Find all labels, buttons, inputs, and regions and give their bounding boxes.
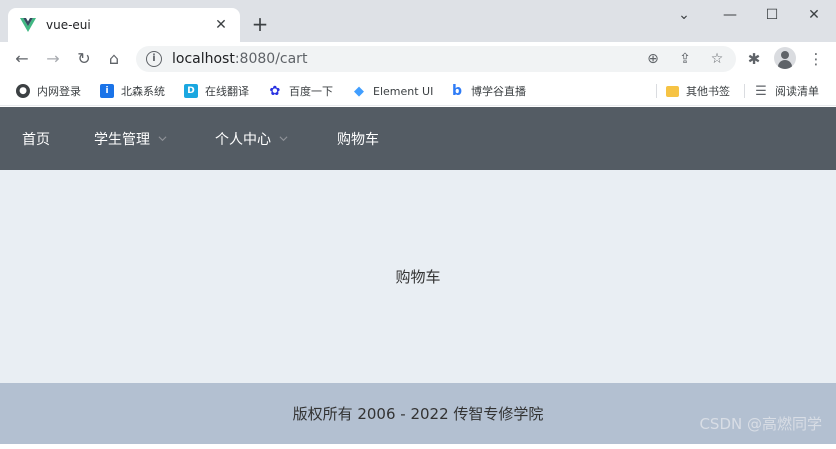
- bookmark-folder-other[interactable]: 其他书签: [666, 82, 730, 100]
- extensions-icon[interactable]: ✱: [742, 47, 766, 71]
- browser-tab[interactable]: vue-eui ✕: [8, 8, 240, 42]
- zoom-icon[interactable]: ⊕: [644, 49, 662, 69]
- maximize-button[interactable]: ☐: [760, 4, 784, 26]
- home-button[interactable]: ⌂: [102, 47, 126, 71]
- bookmarks-bar: ● 内网登录 i 北森系统 D 在线翻译 ✿ 百度一下 ◆ Element UI…: [0, 76, 836, 106]
- share-icon[interactable]: ⇪: [676, 49, 694, 69]
- folder-icon: [666, 85, 679, 97]
- beisen-icon: i: [100, 84, 114, 98]
- back-button[interactable]: ←: [10, 47, 34, 71]
- bookmark-divider: [744, 84, 745, 98]
- close-window-button[interactable]: ✕: [802, 4, 826, 26]
- minimize-button[interactable]: —: [718, 4, 742, 26]
- copyright-text: 版权所有 2006 - 2022 传智专修学院: [292, 405, 544, 423]
- chevron-down-icon: [158, 134, 167, 143]
- site-info-icon[interactable]: i: [146, 51, 162, 67]
- reading-list-icon: ☰: [755, 83, 767, 99]
- translate-icon: D: [184, 84, 198, 98]
- address-bar[interactable]: i localhost:8080/cart ⊕ ⇪ ☆: [136, 46, 736, 72]
- chevron-down-icon: [279, 134, 288, 143]
- main-content: 购物车: [0, 170, 836, 383]
- menu-item-student-management[interactable]: 学生管理: [94, 107, 167, 170]
- bookmark-item[interactable]: ◆ Element UI: [352, 82, 433, 100]
- cart-page-text: 购物车: [395, 268, 441, 286]
- bookmark-star-icon[interactable]: ☆: [708, 49, 726, 69]
- tab-close-icon[interactable]: ✕: [212, 17, 230, 33]
- bookmark-item[interactable]: i 北森系统: [100, 82, 165, 100]
- profile-avatar-icon[interactable]: [774, 47, 796, 69]
- bookmark-divider: [656, 84, 657, 98]
- globe-icon: ●: [16, 84, 30, 98]
- bookmark-item[interactable]: ✿ 百度一下: [268, 82, 333, 100]
- bottom-edge: [0, 444, 836, 449]
- browser-toolbar: ← → ↻ ⌂ i localhost:8080/cart ⊕ ⇪ ☆ ✱ ⋮: [0, 42, 836, 76]
- tab-title: vue-eui: [46, 18, 91, 32]
- bookmark-item[interactable]: b 博学谷直播: [450, 82, 526, 100]
- reload-button[interactable]: ↻: [72, 47, 96, 71]
- element-ui-icon: ◆: [354, 83, 364, 99]
- watermark-text: CSDN @高燃同学: [699, 415, 822, 433]
- tab-search-icon[interactable]: ⌄: [672, 4, 696, 26]
- forward-button[interactable]: →: [41, 47, 65, 71]
- menu-item-personal-center[interactable]: 个人中心: [215, 107, 288, 170]
- browser-menu-icon[interactable]: ⋮: [804, 47, 828, 71]
- app-header-menu: 首页 学生管理 个人中心 购物车: [0, 107, 836, 170]
- browser-tab-strip: vue-eui ✕ + ⌄ — ☐ ✕: [0, 0, 836, 42]
- menu-item-cart[interactable]: 购物车: [337, 107, 379, 170]
- vue-logo-icon: [20, 17, 36, 33]
- boxuegu-icon: b: [451, 83, 463, 99]
- bookmark-item[interactable]: D 在线翻译: [184, 82, 249, 100]
- new-tab-button[interactable]: +: [248, 12, 272, 36]
- address-url: localhost:8080/cart: [172, 51, 308, 67]
- baidu-paw-icon: ✿: [269, 83, 281, 99]
- bookmark-item[interactable]: ● 内网登录: [16, 82, 81, 100]
- reading-list-button[interactable]: ☰ 阅读清单: [754, 82, 819, 100]
- menu-item-home[interactable]: 首页: [22, 107, 50, 170]
